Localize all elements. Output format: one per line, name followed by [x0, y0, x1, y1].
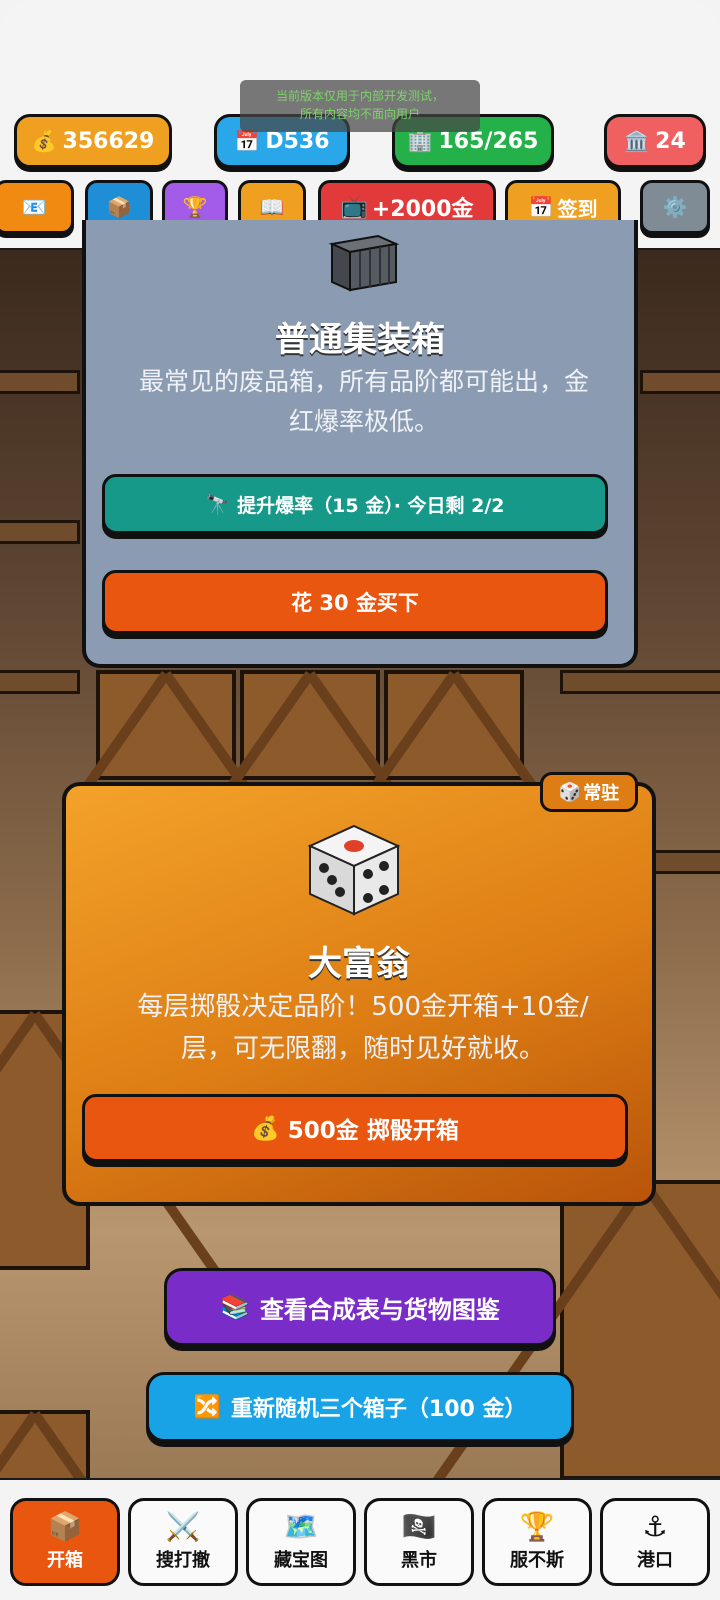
buy-container-label: 花 30 金买下 [291, 591, 419, 615]
permanent-badge: 🎲 常驻 [540, 772, 638, 812]
buy-container-button[interactable]: 花 30 金买下 [102, 570, 608, 634]
package-icon: 📦 [106, 195, 132, 219]
mail-icon: 📧 [21, 195, 47, 219]
top-header: 当前版本仅用于内部开发测试， 所有内容均不面向用户 💰 356629 📅 D53… [0, 0, 720, 250]
roll-dice-open-button[interactable]: 💰 500金 掷骰开箱 [82, 1094, 628, 1162]
card-desc-line2: 层，可无限翻，随时见好就收。 [180, 1034, 545, 1064]
boost-rate-label: 提升爆率（15 金）· 今日剩 2/2 [237, 494, 505, 517]
reroll-label: 重新随机三个箱子（100 金） [230, 1397, 527, 1422]
card-desc-line1: 最常见的废品箱，所有品阶都可能出，金 [138, 367, 589, 396]
sign-in-label: 签到 [557, 196, 598, 221]
crate [384, 670, 524, 780]
bank-value: 24 [655, 128, 686, 154]
pirate-flag-icon: 🏴‍☠️ [401, 1510, 437, 1543]
nav-port[interactable]: ⚓ 港口 [600, 1498, 710, 1586]
nav-black-market[interactable]: 🏴‍☠️ 黑市 [364, 1498, 474, 1586]
boost-rate-button[interactable]: 🔭 提升爆率（15 金）· 今日剩 2/2 [102, 474, 608, 534]
shelf [0, 670, 80, 694]
mail-button[interactable]: 📧 [0, 180, 74, 234]
nav-raid[interactable]: ⚔️ 搜打撤 [128, 1498, 238, 1586]
dev-notice-line2: 所有内容均不面向用户 [299, 107, 420, 121]
calendar-icon: 📅 [528, 195, 554, 219]
badge-label: 常驻 [583, 783, 620, 804]
catalog-button[interactable]: 📚 查看合成表与货物图鉴 [164, 1268, 556, 1346]
dev-notice-line1: 当前版本仅用于内部开发测试， [275, 89, 444, 103]
books-icon: 📚 [220, 1293, 250, 1321]
card-desc-line2: 红爆率极低。 [288, 407, 439, 436]
crate [560, 1180, 720, 1478]
telescope-icon: 🔭 [205, 493, 230, 516]
map-icon: 🗺️ [283, 1510, 319, 1543]
capacity-value: 165/265 [438, 128, 539, 154]
nav-label: 黑市 [401, 1550, 437, 1571]
book-icon: 📖 [259, 195, 285, 219]
money-bag-icon: 💰 [31, 129, 57, 153]
catalog-label: 查看合成表与货物图鉴 [259, 1295, 500, 1324]
dice-icon: 🎲 [558, 781, 582, 803]
settings-button[interactable]: ⚙️ [640, 180, 710, 234]
crate [240, 670, 380, 780]
shuffle-icon: 🔀 [193, 1394, 221, 1420]
roll-dice-label: 500金 掷骰开箱 [287, 1118, 459, 1144]
bottom-nav: 📦 开箱 ⚔️ 搜打撤 🗺️ 藏宝图 🏴‍☠️ 黑市 🏆 服不斯 ⚓ 港口 [0, 1478, 720, 1600]
card-title: 大富翁 [308, 944, 410, 984]
trophy-icon: 🏆 [519, 1510, 555, 1543]
nav-label: 港口 [637, 1550, 673, 1571]
crate [0, 1410, 90, 1478]
card-title: 普通集装箱 [275, 320, 445, 360]
gold-value: 356629 [62, 128, 155, 154]
nav-treasure-map[interactable]: 🗺️ 藏宝图 [246, 1498, 356, 1586]
shipping-container-icon [328, 234, 400, 292]
nav-open-box[interactable]: 📦 开箱 [10, 1498, 120, 1586]
gear-icon: ⚙️ [662, 195, 688, 219]
monopoly-card: 🎲 常驻 大富翁 每层掷骰决定品阶！500金开箱+10金/ 层，可无限翻，随时见… [62, 772, 656, 1206]
day-value: D536 [265, 128, 330, 154]
watch-ad-label: +2000金 [371, 197, 474, 222]
shelf [640, 370, 720, 394]
crate [96, 670, 236, 780]
bank-counter[interactable]: 🏛️ 24 [604, 114, 706, 168]
bank-icon: 🏛️ [624, 129, 650, 153]
trophy-icon: 🏆 [182, 195, 208, 219]
shelf [0, 370, 80, 394]
nav-label: 服不斯 [510, 1550, 564, 1571]
reroll-boxes-button[interactable]: 🔀 重新随机三个箱子（100 金） [146, 1372, 574, 1442]
nav-label: 搜打撤 [156, 1550, 210, 1571]
nav-forbes[interactable]: 🏆 服不斯 [482, 1498, 592, 1586]
building-icon: 🏢 [407, 129, 433, 153]
money-bag-icon: 💰 [251, 1115, 280, 1142]
nav-label: 开箱 [47, 1550, 83, 1571]
tv-icon: 📺 [340, 194, 368, 220]
shelf [0, 520, 80, 544]
dev-notice-toast: 当前版本仅用于内部开发测试， 所有内容均不面向用户 [240, 80, 480, 132]
shelf [560, 670, 720, 694]
anchor-icon: ⚓ [642, 1510, 668, 1543]
common-container-card: 普通集装箱 最常见的废品箱，所有品阶都可能出，金 红爆率极低。 🔭 提升爆率（1… [82, 220, 638, 668]
crossed-swords-icon: ⚔️ [165, 1510, 201, 1543]
card-desc-line1: 每层掷骰决定品阶！500金开箱+10金/ [137, 992, 589, 1022]
gold-counter[interactable]: 💰 356629 [14, 114, 172, 168]
calendar-icon: 📅 [234, 129, 260, 153]
nav-label: 藏宝图 [274, 1550, 328, 1571]
dice-icon [307, 824, 401, 916]
package-icon: 📦 [47, 1510, 83, 1543]
